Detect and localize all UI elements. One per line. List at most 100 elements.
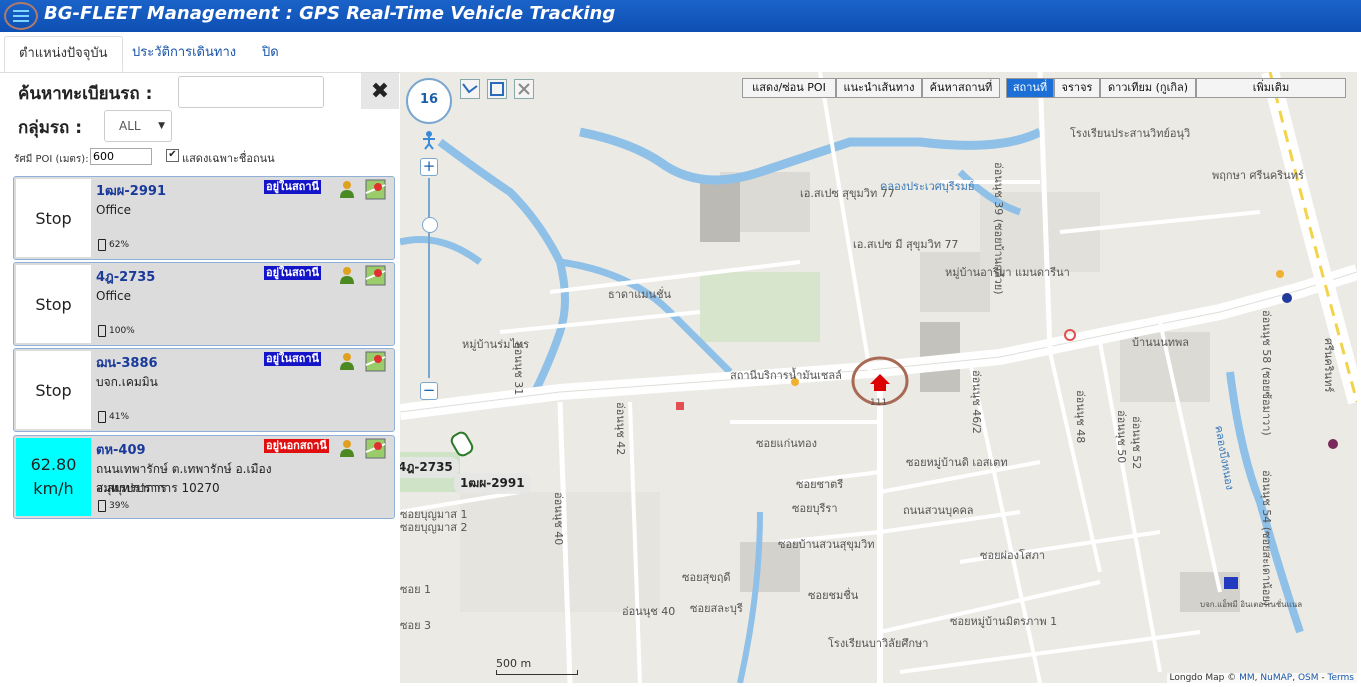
vehicle-tag[interactable]: 1ฒผ-2991 xyxy=(454,473,531,494)
map-label: ซอยหมู่บ้านดิ เอสเตท xyxy=(906,456,1008,469)
map-label: อ่อนนุช 42 xyxy=(614,402,627,456)
map-label: บจก.แอ็พมี อินเตอร์เนชั่นแนล xyxy=(1200,600,1303,609)
driver-icon[interactable] xyxy=(337,265,357,285)
attribution-numap-link[interactable]: NuMAP xyxy=(1260,673,1292,683)
vehicle-plate[interactable]: 1ฒผ-2991 xyxy=(96,180,166,201)
close-icon[interactable]: ✖ xyxy=(361,73,399,109)
route-suggest-button[interactable]: แนะนำเส้นทาง xyxy=(836,78,922,98)
map-label: อ่อนนุช 31 xyxy=(512,342,525,396)
attribution-prefix: Longdo Map xyxy=(1169,673,1225,683)
title-bar: BG-FLEET Management : GPS Real-Time Vehi… xyxy=(0,0,1361,32)
vehicle-card[interactable]: 62.80 km/h ตห-409 อยู่นอกสถานี ถนนเทพารัก… xyxy=(13,435,395,519)
attribution-copyright: © xyxy=(1227,673,1237,683)
poi-radius-label: รัศมี POI (เมตร): xyxy=(14,154,89,165)
map-label: อ่อนนุช 48 xyxy=(1074,390,1087,444)
map-label: ซอยหมู่บ้านมิตรภาพ 1 xyxy=(950,615,1058,628)
map-label: ถนนสวนบุคคล xyxy=(903,504,974,517)
fuel-value: 39% xyxy=(109,501,130,511)
measure-area-icon[interactable] xyxy=(487,79,507,99)
vehicle-card[interactable]: Stop 1ฒผ-2991 อยู่ในสถานี Office 62% xyxy=(13,176,395,260)
vehicle-speed-unit: km/h xyxy=(33,479,74,498)
map-label: ซอย 1 xyxy=(400,583,432,596)
street-view-person-icon[interactable] xyxy=(420,130,438,150)
vehicle-location: บจก.เคมมิน xyxy=(96,375,158,389)
target-marker-label: 111 xyxy=(870,398,888,408)
fuel-level: 41% xyxy=(98,411,129,423)
driver-icon[interactable] xyxy=(337,179,357,199)
plate-search-label: ค้นหาทะเบียนรถ : xyxy=(18,84,153,104)
vehicle-status: Stop xyxy=(16,265,91,343)
vehicle-car-icon[interactable] xyxy=(448,428,478,458)
vehicle-location: Office xyxy=(96,203,132,217)
attribution-mm-link[interactable]: MM xyxy=(1239,673,1255,683)
map-locate-icon[interactable] xyxy=(365,438,386,459)
vehicle-plate[interactable]: ฌน-3886 xyxy=(96,352,158,373)
vehicle-status: Stop xyxy=(16,179,91,257)
group-select[interactable]: ALL ▼ xyxy=(104,110,172,142)
vehicle-plate[interactable]: 4ฎ-2735 xyxy=(96,266,155,287)
hamburger-menu-icon[interactable] xyxy=(4,2,38,30)
fuel-icon xyxy=(98,500,106,512)
find-place-button[interactable]: ค้นหาสถานที่ xyxy=(922,78,1000,98)
map-view[interactable]: โรงเรียนประสานวิทย์อนุวิ คลองประเวศบุรีร… xyxy=(400,72,1357,683)
map-label: ซอยผ่องโสภา xyxy=(980,549,1045,562)
zoom-level: 16 xyxy=(419,92,439,107)
tab-current-position[interactable]: ตำแหน่งปัจจุบัน xyxy=(4,36,123,72)
tab-close[interactable]: ปิด xyxy=(248,36,293,72)
app-title: BG-FLEET Management : GPS Real-Time Vehi… xyxy=(44,3,616,24)
map-locate-icon[interactable] xyxy=(365,351,386,372)
map-pan-control[interactable]: 16 xyxy=(406,78,452,124)
map-locate-icon[interactable] xyxy=(365,179,386,200)
toggle-poi-button[interactable]: แสดง/ซ่อน POI xyxy=(742,78,836,98)
fuel-level: 62% xyxy=(98,239,129,251)
map-label: ซอยชาตรี xyxy=(796,478,844,491)
tab-travel-history[interactable]: ประวัติการเดินทาง xyxy=(118,36,250,72)
poi-radius-input[interactable]: 600 xyxy=(90,148,152,165)
driver-icon[interactable] xyxy=(337,438,357,458)
vehicle-speed: 62.80 xyxy=(30,455,77,474)
measure-distance-icon[interactable] xyxy=(460,79,480,99)
fuel-value: 100% xyxy=(109,326,135,336)
layer-place-button[interactable]: สถานที่ xyxy=(1006,78,1054,98)
chevron-down-icon: ▼ xyxy=(158,121,165,131)
layer-more-dropdown[interactable]: เพิ่มเติม xyxy=(1196,78,1346,98)
map-label: อ่อนนุช 46/2 xyxy=(970,370,983,434)
driver-icon[interactable] xyxy=(337,351,357,371)
attribution-terms-link[interactable]: Terms xyxy=(1327,673,1354,683)
zoom-out-button[interactable]: − xyxy=(420,382,438,400)
vehicle-plate[interactable]: ตห-409 xyxy=(96,439,146,460)
vehicle-card[interactable]: Stop ฌน-3886 อยู่ในสถานี บจก.เคมมิน 41% xyxy=(13,348,395,432)
zoom-slider-track[interactable] xyxy=(428,178,430,378)
map-label: ซอยสละบุรี xyxy=(690,602,743,615)
map-label: หมู่บ้านอารียา แมนดารีนา xyxy=(945,266,1070,279)
map-label: ซอยบุรีรา xyxy=(792,502,838,515)
map-locate-icon[interactable] xyxy=(365,265,386,286)
vehicle-tag[interactable]: 4ฎ-2735 xyxy=(400,457,459,478)
map-label: โรงเรียนบาวิลัยศึกษา xyxy=(828,637,929,650)
clear-measure-icon[interactable] xyxy=(514,79,534,99)
zoom-slider-handle[interactable] xyxy=(422,217,438,233)
fuel-icon xyxy=(98,239,106,251)
fuel-level: 100% xyxy=(98,325,135,337)
status-badge: อยู่นอกสถานี xyxy=(264,439,329,453)
fuel-value: 62% xyxy=(109,240,130,250)
zoom-in-button[interactable]: + xyxy=(420,158,438,176)
road-only-checkbox[interactable]: ✔ xyxy=(166,149,179,162)
map-label: อ่อนนุช 58 (ซอยซ้อมาวา) xyxy=(1260,310,1273,436)
map-scale-bar xyxy=(496,670,578,675)
map-label: ซอยบ้านสวนสุขุมวิท xyxy=(778,538,875,551)
layer-satellite-button[interactable]: ดาวเทียม (กูเกิล) xyxy=(1100,78,1196,98)
fuel-level: 39% xyxy=(98,500,129,512)
vehicle-status: Stop xyxy=(16,351,91,429)
status-badge: อยู่ในสถานี xyxy=(264,180,322,194)
plate-search-input[interactable] xyxy=(178,76,324,108)
attribution-osm-link[interactable]: OSM xyxy=(1298,673,1319,683)
vehicle-card[interactable]: Stop 4ฎ-2735 อยู่ในสถานี Office 100% xyxy=(13,262,395,346)
layer-traffic-button[interactable]: จราจร xyxy=(1054,78,1100,98)
group-select-value: ALL xyxy=(119,119,141,133)
map-label: บ้านนนทพล xyxy=(1132,336,1189,349)
map-label: อ่อนนุช 40 xyxy=(622,605,676,618)
left-panel: ตำแหน่งปัจจุบัน ประวัติการเดินทาง ปิด ค้… xyxy=(0,32,400,687)
map-label: ซอยบุญมาส 2 xyxy=(400,521,468,534)
map-label: อ่อนนุช 54 (ซอยสะเดาน้อย) xyxy=(1260,470,1273,607)
